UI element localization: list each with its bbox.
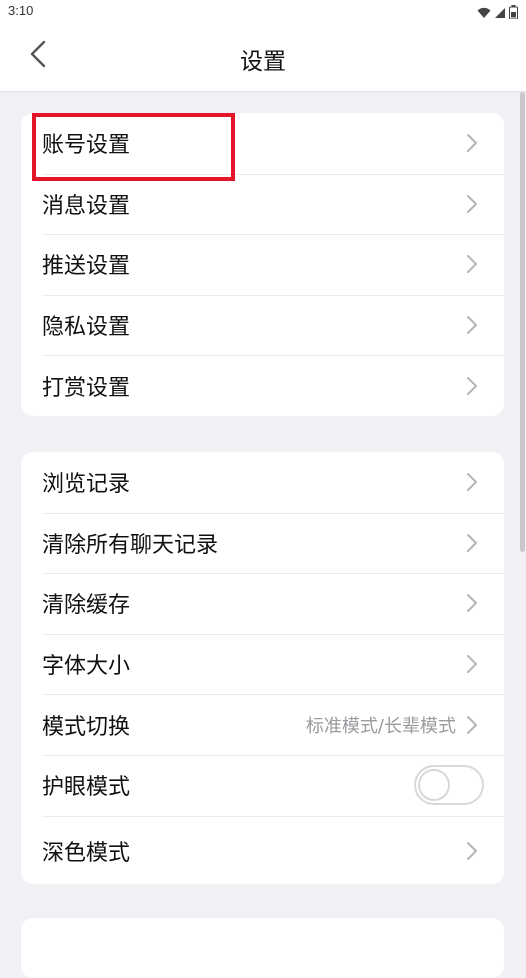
row-label: 清除所有聊天记录 (42, 532, 219, 558)
row-mode-switch[interactable]: 模式切换 标准模式/长辈模式 (21, 694, 504, 755)
row-label: 深色模式 (42, 840, 131, 866)
settings-group-general: 浏览记录 清除所有聊天记录 清除缓存 字体大小 模式切换 标准模式/长辈模式 护… (21, 452, 504, 884)
row-font-size[interactable]: 字体大小 (21, 633, 504, 695)
chevron-right-icon (466, 593, 480, 613)
row-eye-care-mode: 护眼模式 (21, 754, 504, 816)
row-clear-chat-history[interactable]: 清除所有聊天记录 (21, 512, 504, 574)
battery-icon (509, 4, 518, 23)
row-label: 模式切换 (42, 714, 131, 740)
chevron-right-icon (466, 133, 480, 153)
settings-group-account: 账号设置 消息设置 推送设置 隐私设置 打赏设置 (21, 113, 504, 416)
chevron-right-icon (466, 533, 480, 553)
row-label: 消息设置 (42, 193, 131, 219)
row-label: 打赏设置 (42, 375, 131, 401)
chevron-right-icon (466, 315, 480, 335)
status-icons (477, 4, 518, 23)
row-reward-settings[interactable]: 打赏设置 (21, 355, 504, 416)
row-label: 账号设置 (42, 133, 131, 159)
row-clear-cache[interactable]: 清除缓存 (21, 573, 504, 634)
row-message-settings[interactable]: 消息设置 (21, 173, 504, 235)
row-label: 清除缓存 (42, 593, 131, 619)
header: 设置 (0, 22, 526, 92)
signal-icon (494, 4, 506, 23)
row-label: 字体大小 (42, 654, 131, 680)
row-account-settings[interactable]: 账号设置 (21, 113, 504, 174)
chevron-right-icon (466, 472, 480, 492)
wifi-icon (477, 4, 491, 23)
scrollbar[interactable] (520, 92, 525, 552)
chevron-right-icon (466, 376, 480, 396)
mode-switch-value: 标准模式/长辈模式 (305, 715, 456, 737)
chevron-right-icon (466, 715, 480, 735)
chevron-right-icon (466, 841, 480, 861)
row-label: 护眼模式 (42, 775, 131, 801)
chevron-right-icon (466, 194, 480, 214)
toggle-knob (418, 769, 450, 802)
chevron-right-icon (466, 254, 480, 274)
row-privacy-settings[interactable]: 隐私设置 (21, 294, 504, 356)
row-label: 浏览记录 (42, 472, 131, 498)
settings-group-more (21, 918, 504, 978)
row-label: 推送设置 (42, 254, 131, 280)
row-push-settings[interactable]: 推送设置 (21, 234, 504, 295)
row-dark-mode[interactable]: 深色模式 (21, 815, 504, 884)
chevron-right-icon (466, 654, 480, 674)
row-label: 隐私设置 (42, 315, 131, 341)
status-bar: 3:10 (0, 0, 526, 22)
row-browse-history[interactable]: 浏览记录 (21, 452, 504, 513)
eye-care-toggle[interactable] (414, 765, 484, 806)
page-title: 设置 (240, 49, 286, 75)
status-time: 3:10 (8, 3, 34, 18)
